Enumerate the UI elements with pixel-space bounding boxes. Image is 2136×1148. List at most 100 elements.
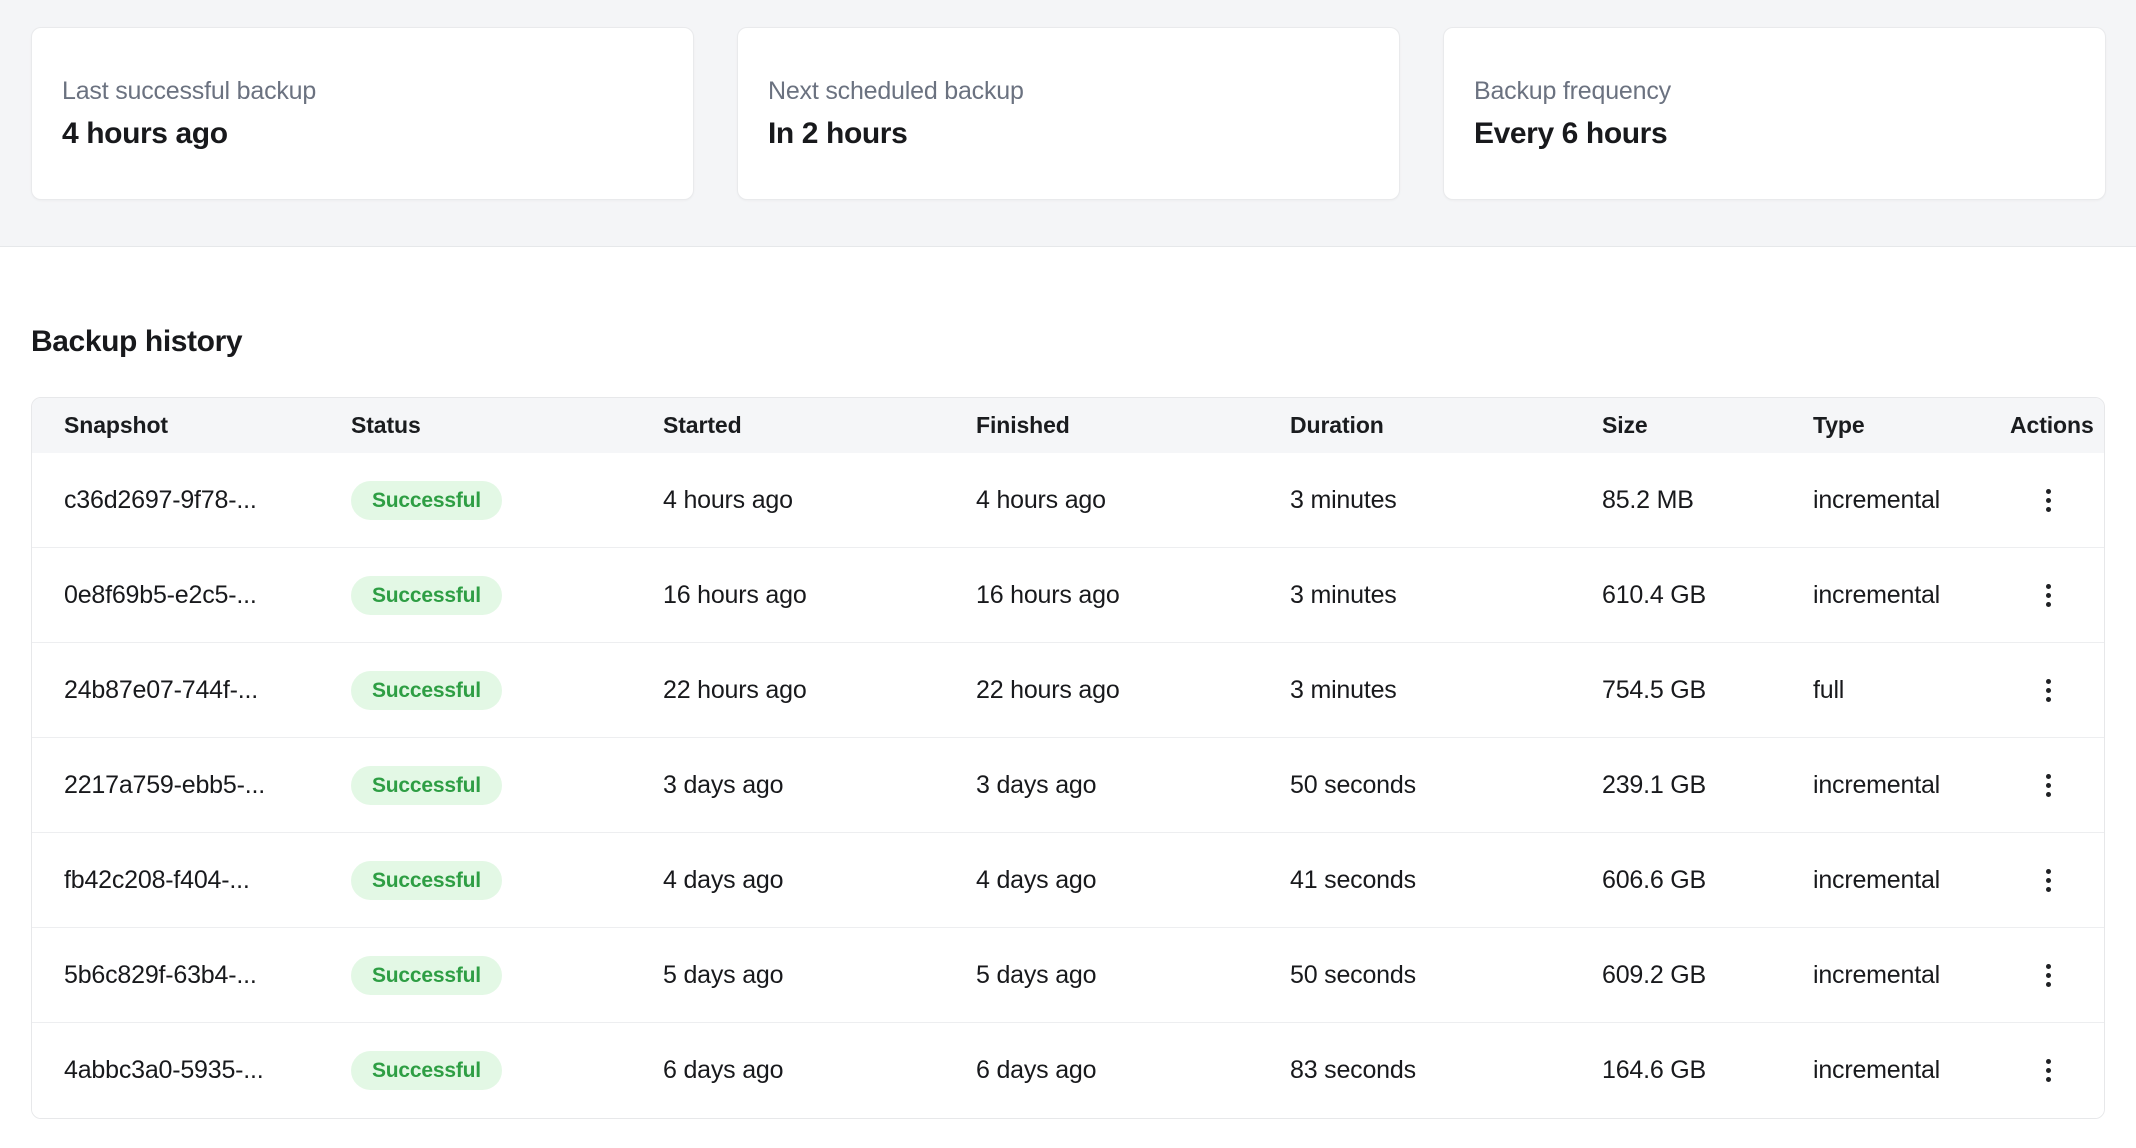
kebab-menu-icon bbox=[2046, 584, 2051, 607]
status-badge: Successful bbox=[351, 671, 502, 710]
actions-cell bbox=[2010, 956, 2086, 995]
row-actions-button[interactable] bbox=[2032, 1051, 2065, 1090]
status-cell: Successful bbox=[351, 576, 663, 615]
actions-cell bbox=[2010, 481, 2086, 520]
backup-history-section: Backup history Snapshot Status Started F… bbox=[0, 247, 2136, 1119]
duration-cell: 41 seconds bbox=[1290, 866, 1602, 895]
status-cell: Successful bbox=[351, 1051, 663, 1090]
actions-cell bbox=[2010, 766, 2086, 805]
stat-value: Every 6 hours bbox=[1474, 115, 2075, 152]
finished-cell: 4 hours ago bbox=[976, 486, 1290, 515]
stat-card-last-backup: Last successful backup 4 hours ago bbox=[31, 27, 694, 200]
stat-label: Backup frequency bbox=[1474, 76, 2075, 106]
status-badge: Successful bbox=[351, 576, 502, 615]
started-cell: 4 days ago bbox=[663, 866, 976, 895]
row-actions-button[interactable] bbox=[2032, 861, 2065, 900]
started-cell: 5 days ago bbox=[663, 961, 976, 990]
size-cell: 85.2 MB bbox=[1602, 486, 1813, 515]
status-badge: Successful bbox=[351, 1051, 502, 1090]
snapshot-cell: 0e8f69b5-e2c5-... bbox=[64, 581, 351, 610]
stats-section: Last successful backup 4 hours ago Next … bbox=[0, 0, 2136, 247]
size-cell: 754.5 GB bbox=[1602, 676, 1813, 705]
status-badge: Successful bbox=[351, 766, 502, 805]
column-header-size: Size bbox=[1602, 412, 1813, 439]
column-header-started: Started bbox=[663, 412, 976, 439]
column-header-status: Status bbox=[351, 412, 663, 439]
column-header-actions: Actions bbox=[2010, 412, 2094, 439]
snapshot-cell: 2217a759-ebb5-... bbox=[64, 771, 351, 800]
actions-cell bbox=[2010, 861, 2086, 900]
table-row: 4abbc3a0-5935-... Successful 6 days ago … bbox=[32, 1023, 2104, 1118]
table-row: 2217a759-ebb5-... Successful 3 days ago … bbox=[32, 738, 2104, 833]
stat-card-backup-frequency: Backup frequency Every 6 hours bbox=[1443, 27, 2106, 200]
size-cell: 609.2 GB bbox=[1602, 961, 1813, 990]
finished-cell: 5 days ago bbox=[976, 961, 1290, 990]
kebab-menu-icon bbox=[2046, 964, 2051, 987]
kebab-menu-icon bbox=[2046, 774, 2051, 797]
actions-cell bbox=[2010, 671, 2086, 710]
stat-card-next-backup: Next scheduled backup In 2 hours bbox=[737, 27, 1400, 200]
status-cell: Successful bbox=[351, 956, 663, 995]
type-cell: incremental bbox=[1813, 1056, 2010, 1085]
duration-cell: 3 minutes bbox=[1290, 486, 1602, 515]
size-cell: 164.6 GB bbox=[1602, 1056, 1813, 1085]
type-cell: incremental bbox=[1813, 866, 2010, 895]
duration-cell: 3 minutes bbox=[1290, 581, 1602, 610]
table-header-row: Snapshot Status Started Finished Duratio… bbox=[32, 398, 2104, 453]
snapshot-cell: 24b87e07-744f-... bbox=[64, 676, 351, 705]
table-row: fb42c208-f404-... Successful 4 days ago … bbox=[32, 833, 2104, 928]
duration-cell: 3 minutes bbox=[1290, 676, 1602, 705]
type-cell: full bbox=[1813, 676, 2010, 705]
snapshot-cell: c36d2697-9f78-... bbox=[64, 486, 351, 515]
table-row: 24b87e07-744f-... Successful 22 hours ag… bbox=[32, 643, 2104, 738]
finished-cell: 16 hours ago bbox=[976, 581, 1290, 610]
finished-cell: 6 days ago bbox=[976, 1056, 1290, 1085]
started-cell: 4 hours ago bbox=[663, 486, 976, 515]
backup-history-table: Snapshot Status Started Finished Duratio… bbox=[31, 397, 2105, 1119]
started-cell: 6 days ago bbox=[663, 1056, 976, 1085]
snapshot-cell: fb42c208-f404-... bbox=[64, 866, 351, 895]
status-cell: Successful bbox=[351, 481, 663, 520]
snapshot-cell: 4abbc3a0-5935-... bbox=[64, 1056, 351, 1085]
type-cell: incremental bbox=[1813, 486, 2010, 515]
kebab-menu-icon bbox=[2046, 679, 2051, 702]
kebab-menu-icon bbox=[2046, 869, 2051, 892]
status-badge: Successful bbox=[351, 481, 502, 520]
stat-value: In 2 hours bbox=[768, 115, 1369, 152]
stat-value: 4 hours ago bbox=[62, 115, 663, 152]
row-actions-button[interactable] bbox=[2032, 481, 2065, 520]
status-badge: Successful bbox=[351, 861, 502, 900]
column-header-snapshot: Snapshot bbox=[64, 412, 351, 439]
started-cell: 22 hours ago bbox=[663, 676, 976, 705]
row-actions-button[interactable] bbox=[2032, 766, 2065, 805]
table-row: 5b6c829f-63b4-... Successful 5 days ago … bbox=[32, 928, 2104, 1023]
size-cell: 610.4 GB bbox=[1602, 581, 1813, 610]
column-header-type: Type bbox=[1813, 412, 2010, 439]
type-cell: incremental bbox=[1813, 771, 2010, 800]
stat-label: Last successful backup bbox=[62, 76, 663, 106]
duration-cell: 83 seconds bbox=[1290, 1056, 1602, 1085]
row-actions-button[interactable] bbox=[2032, 576, 2065, 615]
table-row: 0e8f69b5-e2c5-... Successful 16 hours ag… bbox=[32, 548, 2104, 643]
status-cell: Successful bbox=[351, 861, 663, 900]
column-header-duration: Duration bbox=[1290, 412, 1602, 439]
column-header-finished: Finished bbox=[976, 412, 1290, 439]
row-actions-button[interactable] bbox=[2032, 671, 2065, 710]
table-body: c36d2697-9f78-... Successful 4 hours ago… bbox=[32, 453, 2104, 1118]
snapshot-cell: 5b6c829f-63b4-... bbox=[64, 961, 351, 990]
kebab-menu-icon bbox=[2046, 1059, 2051, 1082]
stat-label: Next scheduled backup bbox=[768, 76, 1369, 106]
actions-cell bbox=[2010, 1051, 2086, 1090]
started-cell: 3 days ago bbox=[663, 771, 976, 800]
type-cell: incremental bbox=[1813, 961, 2010, 990]
row-actions-button[interactable] bbox=[2032, 956, 2065, 995]
status-cell: Successful bbox=[351, 766, 663, 805]
type-cell: incremental bbox=[1813, 581, 2010, 610]
status-badge: Successful bbox=[351, 956, 502, 995]
started-cell: 16 hours ago bbox=[663, 581, 976, 610]
kebab-menu-icon bbox=[2046, 489, 2051, 512]
duration-cell: 50 seconds bbox=[1290, 771, 1602, 800]
finished-cell: 3 days ago bbox=[976, 771, 1290, 800]
finished-cell: 22 hours ago bbox=[976, 676, 1290, 705]
table-row: c36d2697-9f78-... Successful 4 hours ago… bbox=[32, 453, 2104, 548]
